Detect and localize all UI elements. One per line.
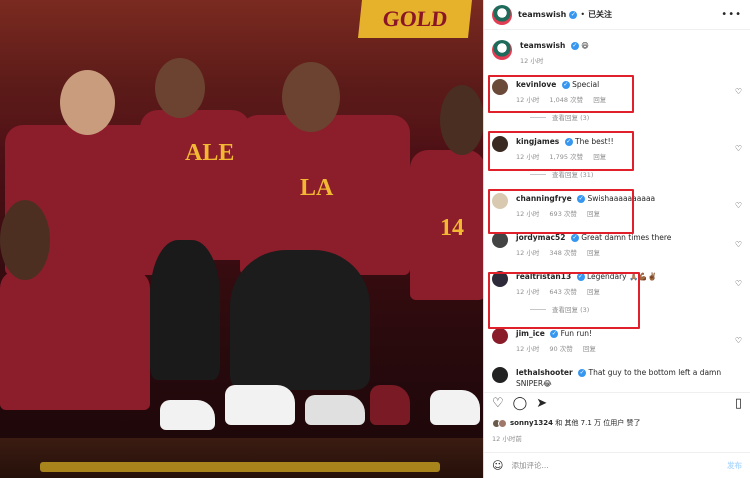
avatar[interactable] [492, 328, 508, 344]
post-header: teamswish ✓ • 已关注 ••• [484, 0, 750, 30]
separator-dot: • [580, 10, 586, 19]
liker-username[interactable]: sonny1324 [510, 419, 553, 427]
sneaker [225, 385, 295, 425]
comment-username[interactable]: jordymac52 [516, 233, 565, 242]
heart-icon[interactable]: ♡ [735, 201, 742, 210]
caption: teamswish ✓ 😄 12 小时 [492, 40, 742, 67]
player-head [60, 70, 115, 135]
highlight-box [488, 131, 634, 171]
court-floor [0, 438, 483, 478]
highlight-box [488, 75, 634, 113]
sneaker [160, 400, 215, 430]
reply-button[interactable]: 回复 [587, 249, 600, 257]
player-head [440, 85, 483, 155]
heart-icon[interactable]: ♡ [492, 397, 504, 410]
comment-text: Great damn times there [581, 233, 672, 242]
comments-panel: teamswish ✓ • 已关注 ••• teamswish ✓ 😄 12 小… [483, 0, 750, 478]
post-button[interactable]: 发布 [727, 460, 742, 471]
player-head [0, 200, 50, 280]
more-options-icon[interactable]: ••• [721, 9, 742, 20]
add-comment-bar: ☺ 添加评论... 发布 [484, 452, 750, 478]
action-bar: ♡ ◯ ➤ ▯ [484, 392, 750, 414]
jersey-label: ALE [185, 140, 235, 166]
comment-likes[interactable]: 348 次赞 [549, 249, 576, 257]
avatar[interactable] [492, 40, 512, 60]
player-head [155, 58, 205, 118]
court-line [40, 462, 440, 472]
player-head [282, 62, 340, 132]
post-time: 12 小时前 [492, 435, 522, 443]
likes-text[interactable]: 和 其他 7.1 万 位用户 赞了 [555, 419, 640, 427]
sneaker [305, 395, 365, 425]
comment-item: jim_ice ✓ Fun run! 12 小时 90 次赞 回复 ♡ [492, 328, 742, 355]
comment-item: jordymac52 ✓ Great damn times there 12 小… [492, 232, 742, 259]
heart-icon[interactable]: ♡ [735, 87, 742, 96]
avatar[interactable] [492, 4, 512, 25]
player-jersey [140, 110, 250, 260]
avatar[interactable] [492, 232, 508, 248]
highlight-box [488, 189, 634, 234]
post-photo: GOLD ALE LA 14 [0, 0, 483, 478]
heart-icon[interactable]: ♡ [735, 240, 742, 249]
comment-username[interactable]: jim_ice [516, 329, 545, 338]
caption-username[interactable]: teamswish [520, 41, 565, 50]
gold-sign: GOLD [358, 0, 472, 38]
comment-item: lethalshooter ✓ That guy to the bottom l… [492, 367, 742, 389]
comment-input[interactable]: 添加评论... [511, 460, 548, 471]
caption-text: 😄 [581, 41, 589, 50]
bookmark-icon[interactable]: ▯ [735, 397, 742, 410]
highlight-box [488, 272, 640, 329]
follow-status-button[interactable]: 已关注 [588, 9, 612, 20]
comment-username[interactable]: lethalshooter [516, 368, 573, 377]
view-replies-button[interactable]: 查看回复 (3) [530, 112, 742, 122]
sneaker [370, 385, 410, 425]
comment-likes[interactable]: 90 次赞 [549, 345, 572, 353]
header-username[interactable]: teamswish [518, 10, 566, 19]
player-jersey [0, 270, 150, 410]
verified-icon: ✓ [569, 10, 578, 19]
share-icon[interactable]: ➤ [536, 397, 547, 410]
avatar[interactable] [492, 367, 508, 383]
comment-text: Fun run! [560, 329, 592, 338]
comment-list[interactable]: teamswish ✓ 😄 12 小时 kevinlove ✓ Special … [484, 31, 750, 391]
caption-time: 12 小时 [520, 57, 544, 65]
sneaker [430, 390, 480, 425]
comment-time: 12 小时 [516, 249, 540, 257]
likes-summary: sonny1324 和 其他 7.1 万 位用户 赞了 [492, 418, 641, 428]
heart-icon[interactable]: ♡ [735, 144, 742, 153]
verified-icon: ✓ [550, 330, 559, 338]
avatar [498, 418, 507, 428]
player-legs [150, 240, 220, 380]
heart-icon[interactable]: ♡ [735, 336, 742, 345]
player-legs [230, 250, 370, 390]
jersey-label: LA [300, 175, 334, 201]
reply-button[interactable]: 回复 [583, 345, 596, 353]
verified-icon: ✓ [570, 42, 579, 50]
emoji-icon[interactable]: ☺ [492, 459, 503, 472]
verified-icon: ✓ [570, 234, 579, 242]
jersey-label: 14 [440, 215, 464, 241]
verified-icon: ✓ [578, 369, 587, 377]
comment-icon[interactable]: ◯ [513, 397, 528, 410]
comment-time: 12 小时 [516, 345, 540, 353]
heart-icon[interactable]: ♡ [735, 279, 742, 288]
